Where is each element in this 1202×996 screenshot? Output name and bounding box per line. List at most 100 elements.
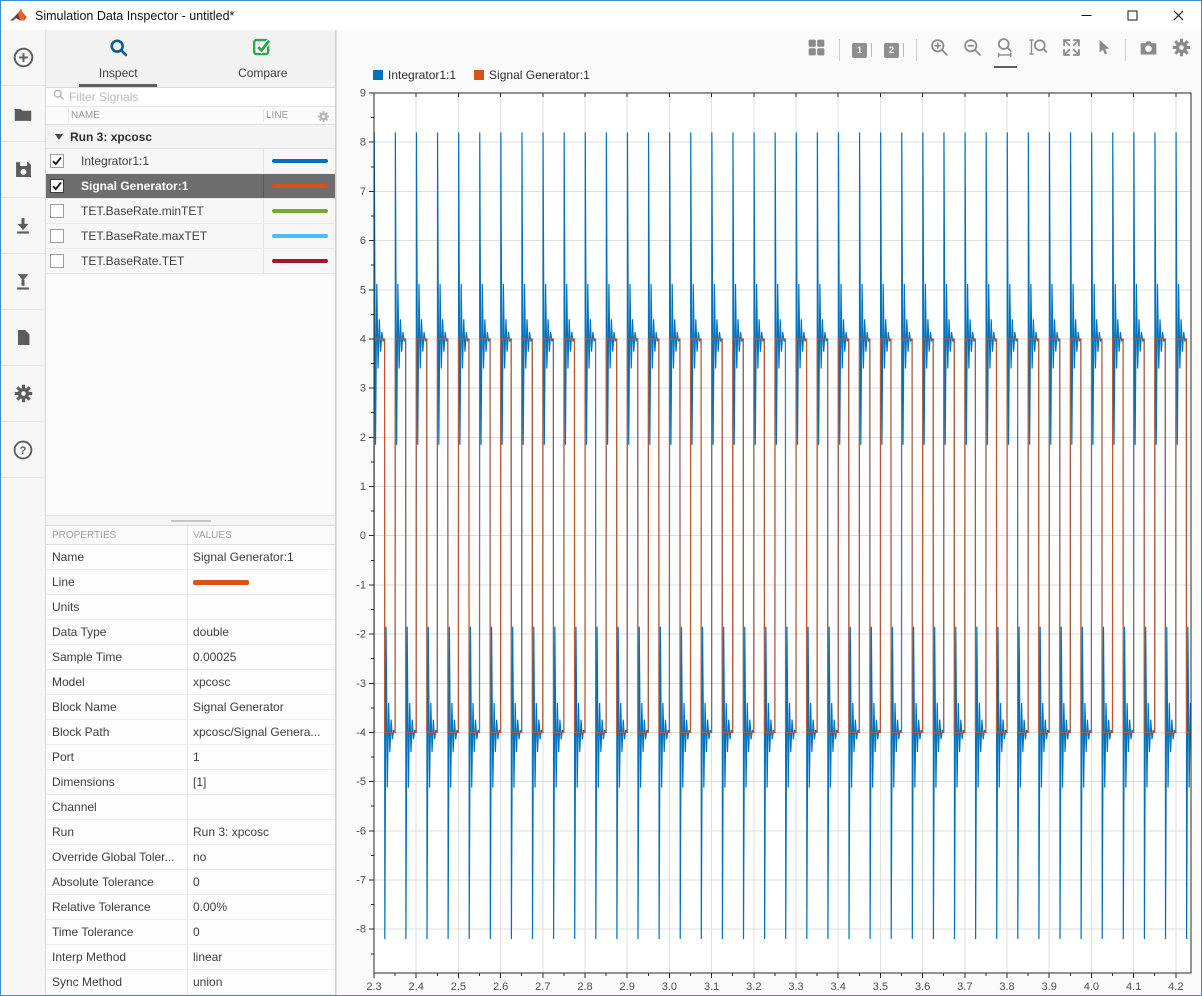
- x-tick-label: 2.6: [493, 981, 508, 993]
- signal-name: Integrator1:1: [81, 154, 149, 168]
- export-button[interactable]: [1, 254, 45, 310]
- property-row[interactable]: Port1: [46, 745, 335, 770]
- signal-line-swatch: [272, 209, 328, 213]
- x-tick-label: 4.2: [1168, 981, 1183, 993]
- x-tick-label: 3.0: [662, 981, 677, 993]
- layout-grid-icon: [806, 37, 827, 63]
- property-row[interactable]: Sync Methodunion: [46, 970, 335, 995]
- property-value: Run 3: xpcosc: [193, 825, 269, 839]
- import-button[interactable]: [1, 198, 45, 254]
- show-cursors-button[interactable]: [1094, 38, 1113, 62]
- minimize-button[interactable]: [1063, 1, 1109, 30]
- zoom-in-button[interactable]: [929, 37, 950, 63]
- zoom-in-time-button[interactable]: [995, 37, 1016, 63]
- help-button[interactable]: ?: [1, 422, 45, 478]
- y-tick-label: 5: [360, 284, 366, 296]
- preferences-button[interactable]: [1, 366, 45, 422]
- property-row[interactable]: Interp Methodlinear: [46, 945, 335, 970]
- property-label: Block Name: [52, 700, 117, 714]
- property-label: Port: [52, 750, 74, 764]
- signal-table-header: NAME LINE: [46, 107, 335, 125]
- property-value: linear: [193, 950, 222, 964]
- property-row[interactable]: Absolute Tolerance0: [46, 870, 335, 895]
- signal-checkbox[interactable]: [50, 179, 64, 193]
- left-toolbar: ?: [1, 30, 46, 995]
- subplot-badge: 1: [852, 43, 867, 58]
- property-row[interactable]: Relative Tolerance 0.00%: [46, 895, 335, 920]
- signal-checkbox[interactable]: [50, 229, 64, 243]
- signal-row[interactable]: TET.BaseRate.TET: [46, 249, 335, 274]
- tab-inspect[interactable]: Inspect: [46, 30, 191, 87]
- x-tick-label: 3.8: [999, 981, 1014, 993]
- zoom-in-y-button[interactable]: [1028, 37, 1049, 63]
- subplot-2-button[interactable]: 2: [884, 43, 899, 58]
- snapshot-button[interactable]: [1138, 37, 1159, 63]
- tab-inspect-label: Inspect: [99, 66, 138, 80]
- signal-list-empty-area: [46, 274, 335, 515]
- signal-checkbox[interactable]: [50, 154, 64, 168]
- toolbar-separator: [916, 39, 917, 61]
- add-button[interactable]: [1, 30, 45, 86]
- property-row[interactable]: Line: [46, 570, 335, 595]
- property-label: Block Path: [52, 725, 109, 739]
- property-row[interactable]: Override Global Toler...no: [46, 845, 335, 870]
- document-icon: [14, 327, 33, 348]
- toolbar-separator: [1125, 39, 1126, 61]
- tab-compare[interactable]: Compare: [191, 30, 336, 87]
- zoom-out-icon: [962, 37, 983, 63]
- property-row[interactable]: Data Typedouble: [46, 620, 335, 645]
- plot-settings-button[interactable]: [1171, 37, 1192, 63]
- layout-button[interactable]: [806, 37, 827, 63]
- save-button[interactable]: [1, 142, 45, 198]
- signal-line-cell: [263, 249, 335, 273]
- camera-icon: [1138, 37, 1159, 63]
- property-row[interactable]: NameSignal Generator:1: [46, 545, 335, 570]
- zoom-y-icon: [1028, 37, 1049, 63]
- property-row[interactable]: Dimensions[1]: [46, 770, 335, 795]
- property-row[interactable]: Time Tolerance0: [46, 920, 335, 945]
- property-label: Name: [52, 550, 84, 564]
- property-row[interactable]: Block NameSignal Generator: [46, 695, 335, 720]
- signal-line-swatch: [272, 159, 328, 163]
- column-header-name: NAME: [71, 110, 100, 121]
- splitter-handle: [171, 520, 211, 522]
- signal-row[interactable]: Integrator1:1: [46, 149, 335, 174]
- property-row[interactable]: Sample Time0.00025: [46, 645, 335, 670]
- close-button[interactable]: [1155, 1, 1201, 30]
- property-value: 0.00%: [193, 900, 227, 914]
- matlab-logo-icon: [10, 8, 27, 23]
- properties-splitter[interactable]: [46, 515, 335, 526]
- property-label: Relative Tolerance: [52, 900, 151, 914]
- y-tick-label: 6: [360, 235, 366, 247]
- property-label: Model: [52, 675, 85, 689]
- chevron-down-icon[interactable]: [55, 134, 63, 140]
- property-row[interactable]: Block Pathxpcosc/Signal Genera...: [46, 720, 335, 745]
- run-group-row[interactable]: Run 3: xpcosc: [46, 125, 335, 149]
- fit-to-view-button[interactable]: [1061, 37, 1082, 63]
- signal-row[interactable]: TET.BaseRate.maxTET: [46, 224, 335, 249]
- signal-checkbox[interactable]: [50, 204, 64, 218]
- time-plot[interactable]: 2.32.42.52.62.72.82.93.03.13.23.33.43.53…: [337, 62, 1202, 995]
- create-report-button[interactable]: [1, 310, 45, 366]
- zoom-out-button[interactable]: [962, 37, 983, 63]
- x-tick-label: 2.7: [535, 981, 550, 993]
- open-button[interactable]: [1, 86, 45, 142]
- subplot-1-button[interactable]: 1: [852, 43, 867, 58]
- badge-divider: [871, 43, 872, 57]
- y-tick-label: -1: [356, 579, 366, 591]
- property-row[interactable]: Channel: [46, 795, 335, 820]
- property-row[interactable]: Modelxpcosc: [46, 670, 335, 695]
- filter-signals-input[interactable]: [69, 90, 335, 104]
- x-tick-label: 2.9: [620, 981, 635, 993]
- signal-checkbox[interactable]: [50, 254, 64, 268]
- zoom-time-icon: [995, 37, 1016, 63]
- property-label: Data Type: [52, 625, 106, 639]
- gear-icon[interactable]: [317, 110, 330, 126]
- maximize-button[interactable]: [1109, 1, 1155, 30]
- signal-name: TET.BaseRate.TET: [81, 254, 184, 268]
- signal-row[interactable]: Signal Generator:1: [46, 174, 335, 199]
- signal-name: Signal Generator:1: [81, 179, 188, 193]
- signal-row[interactable]: TET.BaseRate.minTET: [46, 199, 335, 224]
- property-row[interactable]: Units: [46, 595, 335, 620]
- property-row[interactable]: RunRun 3: xpcosc: [46, 820, 335, 845]
